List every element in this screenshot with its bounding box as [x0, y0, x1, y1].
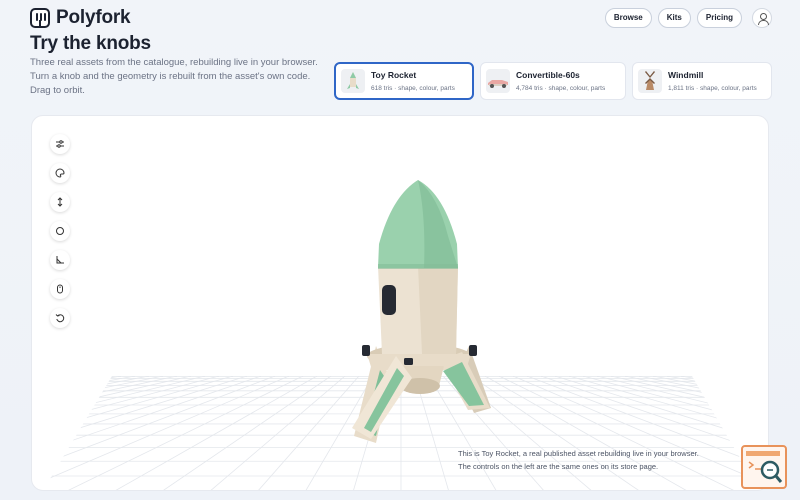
angle-icon[interactable] [50, 250, 70, 270]
nav-kits-button[interactable]: Kits [657, 8, 691, 28]
palette-icon[interactable] [50, 163, 70, 183]
asset-name: Toy Rocket [371, 70, 417, 80]
user-account-icon[interactable] [752, 8, 772, 28]
brand-logo[interactable]: Polyfork [30, 7, 131, 29]
search-overlay-icon[interactable] [741, 445, 787, 489]
asset-name: Windmill [668, 70, 704, 80]
page-title: Try the knobs [30, 33, 151, 54]
toy-rocket-thumbnail [341, 69, 365, 93]
viewer-caption: This is Toy Rocket, a real published ass… [458, 447, 748, 473]
caption-line: This is Toy Rocket, a real published ass… [458, 449, 699, 458]
knob-toolbar [50, 134, 70, 328]
asset-meta: 1,811 tris · shape, colour, parts [668, 85, 757, 92]
toy-rocket-model [352, 180, 491, 443]
reset-icon[interactable] [50, 308, 70, 328]
asset-meta: 618 tris · shape, colour, parts [371, 85, 455, 92]
caption-line: The controls on the left are the same on… [458, 462, 659, 471]
sliders-icon[interactable] [50, 134, 70, 154]
top-bar: Polyfork Browse Kits Pricing [0, 0, 800, 36]
asset-selector: Toy Rocket 618 tris · shape, colour, par… [334, 62, 772, 100]
main-nav: Browse Kits Pricing [604, 8, 772, 28]
convertible-thumbnail [486, 69, 510, 93]
fork-logo-icon [30, 8, 50, 28]
asset-card-windmill[interactable]: Windmill 1,811 tris · shape, colour, par… [632, 62, 772, 100]
asset-name: Convertible-60s [516, 70, 580, 80]
nav-pricing-button[interactable]: Pricing [696, 8, 742, 28]
page-description: Three real assets from the catalogue, re… [30, 57, 318, 96]
scene-render [42, 180, 760, 490]
asset-card-toy-rocket[interactable]: Toy Rocket 618 tris · shape, colour, par… [334, 62, 474, 100]
3d-viewer-canvas[interactable] [31, 115, 769, 491]
mouse-icon[interactable] [50, 279, 70, 299]
nav-browse-button[interactable]: Browse [604, 8, 652, 28]
resize-vertical-icon[interactable] [50, 192, 70, 212]
asset-meta: 4,784 tris · shape, colour, parts [516, 85, 606, 92]
circle-icon[interactable] [50, 221, 70, 241]
windmill-thumbnail [638, 69, 662, 93]
brand-name: Polyfork [56, 7, 131, 28]
asset-card-convertible-60s[interactable]: Convertible-60s 4,784 tris · shape, colo… [480, 62, 626, 100]
